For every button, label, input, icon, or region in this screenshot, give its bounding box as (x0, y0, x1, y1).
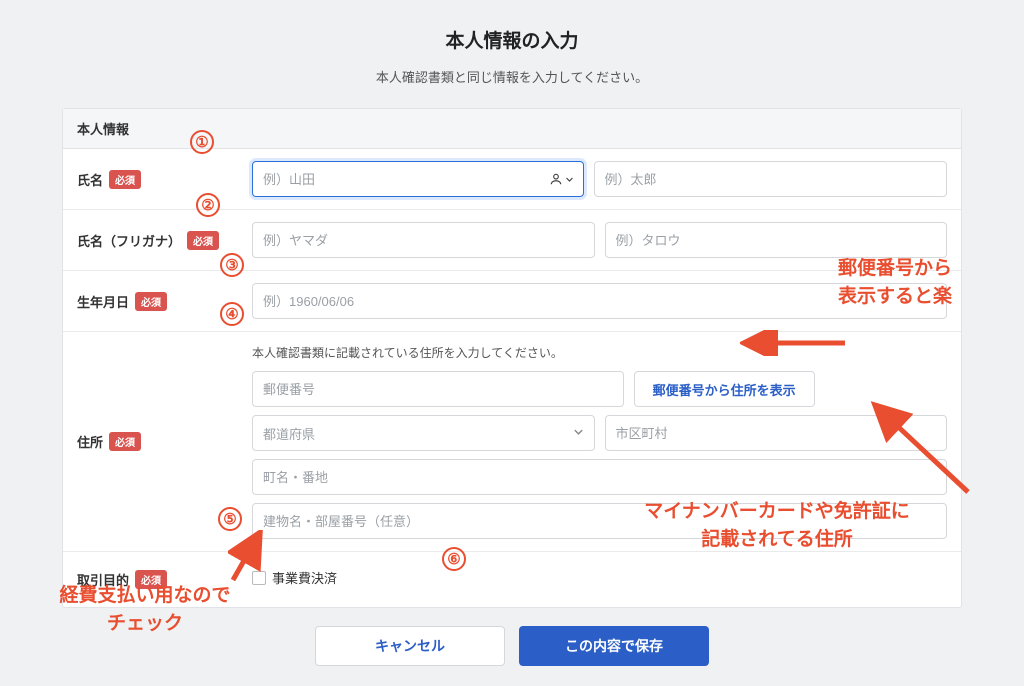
personal-info-card: 本人情報 氏名 必須 氏名（フリガナ） 必須 (62, 108, 962, 608)
chevron-down-icon (573, 426, 584, 441)
prefecture-placeholder: 都道府県 (263, 424, 315, 443)
city-input[interactable] (605, 415, 948, 451)
street-input[interactable] (252, 459, 947, 495)
row-purpose: 取引目的 必須 事業費決済 (63, 552, 961, 607)
label-name: 氏名 (77, 170, 103, 189)
label-birthdate: 生年月日 (77, 292, 129, 311)
required-badge: 必須 (109, 432, 141, 451)
birthdate-input[interactable] (252, 283, 947, 319)
row-birthdate: 生年月日 必須 (63, 271, 961, 332)
save-button[interactable]: この内容で保存 (519, 626, 709, 666)
business-expense-checkbox[interactable] (252, 571, 266, 585)
family-name-input[interactable] (252, 161, 584, 197)
given-name-input[interactable] (594, 161, 948, 197)
label-purpose: 取引目的 (77, 570, 129, 589)
given-kana-input[interactable] (605, 222, 948, 258)
required-badge: 必須 (109, 170, 141, 189)
row-address: 住所 必須 本人確認書類に記載されている住所を入力してください。 郵便番号から住… (63, 332, 961, 552)
label-address: 住所 (77, 432, 103, 451)
footer-buttons: キャンセル この内容で保存 (0, 608, 1024, 686)
building-input[interactable] (252, 503, 947, 539)
required-badge: 必須 (187, 231, 219, 250)
card-header: 本人情報 (63, 109, 961, 149)
label-name-kana: 氏名（フリガナ） (77, 231, 181, 250)
row-name-kana: 氏名（フリガナ） 必須 (63, 210, 961, 271)
page-title: 本人情報の入力 (0, 0, 1024, 53)
cancel-button[interactable]: キャンセル (315, 626, 505, 666)
page-subtitle: 本人確認書類と同じ情報を入力してください。 (0, 67, 1024, 86)
address-helper-text: 本人確認書類に記載されている住所を入力してください。 (252, 344, 947, 361)
row-name: 氏名 必須 (63, 149, 961, 210)
family-kana-input[interactable] (252, 222, 595, 258)
postal-code-input[interactable] (252, 371, 624, 407)
required-badge: 必須 (135, 570, 167, 589)
prefecture-select[interactable]: 都道府県 (252, 415, 595, 451)
business-expense-label: 事業費決済 (272, 568, 337, 587)
required-badge: 必須 (135, 292, 167, 311)
lookup-postal-button[interactable]: 郵便番号から住所を表示 (634, 371, 815, 407)
